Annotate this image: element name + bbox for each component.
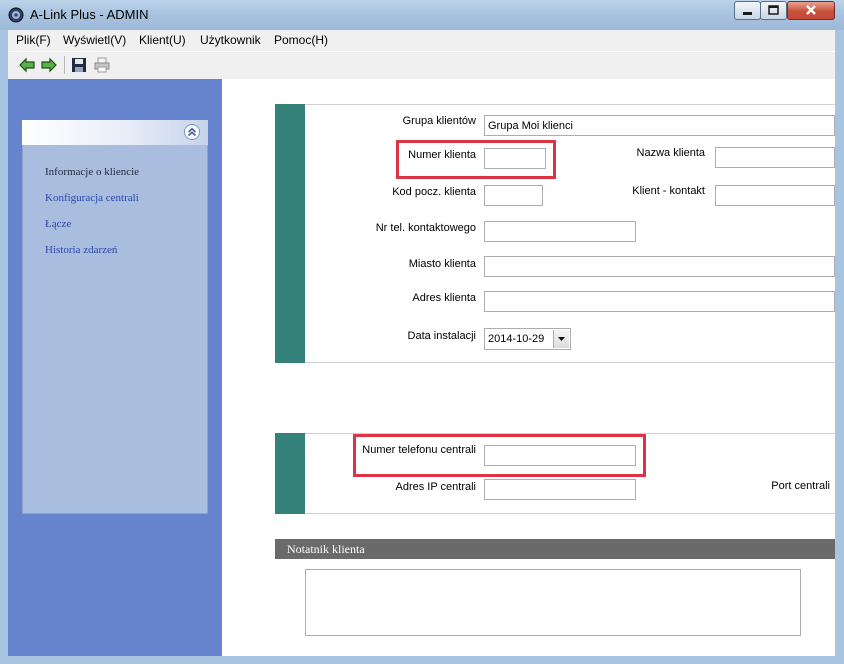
- app-logo-icon: [8, 7, 24, 23]
- highlight-box-client-number: [396, 140, 556, 179]
- client-address-field[interactable]: [484, 291, 835, 312]
- notes-title: Notatnik klienta: [287, 542, 365, 556]
- contact-phone-label: Nr tel. kontaktowego: [375, 222, 476, 234]
- panel-info-accent-bar: [275, 433, 305, 514]
- postal-code-field[interactable]: [484, 185, 543, 206]
- close-button[interactable]: [787, 1, 835, 20]
- menu-wyswietl[interactable]: Wyświetl(V): [63, 33, 126, 47]
- dropdown-arrow-icon: [558, 337, 565, 341]
- client-name-field[interactable]: [715, 147, 835, 168]
- date-dropdown-button[interactable]: [553, 330, 569, 348]
- client-info-accent-bar: [275, 104, 305, 363]
- forward-arrow-icon[interactable]: [40, 56, 58, 74]
- client-city-field[interactable]: [484, 256, 835, 277]
- title-bar: A-Link Plus - ADMIN: [0, 0, 844, 30]
- install-date-label: Data instalacji: [407, 330, 476, 342]
- menu-bar: Plik(F) Wyświetl(V) Klient(U) Użytkownik…: [8, 30, 835, 51]
- window-frame-right: [835, 30, 844, 664]
- contact-phone-field[interactable]: [484, 221, 636, 242]
- print-icon[interactable]: [93, 56, 111, 74]
- toolbar: [8, 51, 835, 80]
- close-icon: [806, 5, 816, 15]
- window-frame-bottom: [0, 656, 844, 664]
- sidebar-item-panel-config[interactable]: Konfiguracja centrali: [45, 192, 139, 204]
- menu-uzytkownik[interactable]: Użytkownik: [200, 33, 261, 47]
- panel-port-label: Port centrali: [771, 480, 830, 492]
- sidebar-item-event-history[interactable]: Historia zdarzeń: [45, 244, 117, 256]
- client-group-label: Grupa klientów: [402, 115, 476, 127]
- sidebar-item-client-info[interactable]: Informacje o kliencie: [45, 166, 139, 178]
- panel-ip-field[interactable]: [484, 479, 636, 500]
- maximize-icon: [768, 5, 779, 15]
- save-icon[interactable]: [70, 56, 88, 74]
- notes-textarea[interactable]: [305, 569, 801, 636]
- maximize-button[interactable]: [760, 1, 787, 20]
- collapse-button[interactable]: [184, 124, 200, 140]
- postal-code-label: Kod pocz. klienta: [392, 186, 476, 198]
- back-arrow-icon[interactable]: [18, 56, 36, 74]
- double-chevron-up-icon: [187, 127, 197, 137]
- client-city-label: Miasto klienta: [408, 258, 476, 270]
- client-contact-label: Klient - kontakt: [632, 185, 705, 197]
- window-title: A-Link Plus - ADMIN: [30, 7, 149, 22]
- toolbar-separator: [64, 56, 65, 74]
- menu-plik[interactable]: Plik(F): [16, 33, 51, 47]
- client-contact-field[interactable]: [715, 185, 835, 206]
- menu-klient[interactable]: Klient(U): [139, 33, 186, 47]
- panel-ip-label: Adres IP centrali: [395, 481, 476, 493]
- client-group-field[interactable]: [484, 115, 835, 136]
- install-date-value: 2014-10-29: [488, 333, 545, 345]
- client-address-label: Adres klienta: [412, 292, 476, 304]
- minimize-button[interactable]: [734, 1, 761, 20]
- sidebar-item-connection[interactable]: Łącze: [45, 218, 71, 230]
- minimize-icon: [743, 12, 752, 15]
- highlight-box-panel-phone: [353, 434, 646, 477]
- client-name-label: Nazwa klienta: [636, 147, 705, 159]
- window-frame-left: [0, 30, 8, 664]
- sidebar-panel-header: [22, 120, 208, 145]
- menu-pomoc[interactable]: Pomoc(H): [274, 33, 328, 47]
